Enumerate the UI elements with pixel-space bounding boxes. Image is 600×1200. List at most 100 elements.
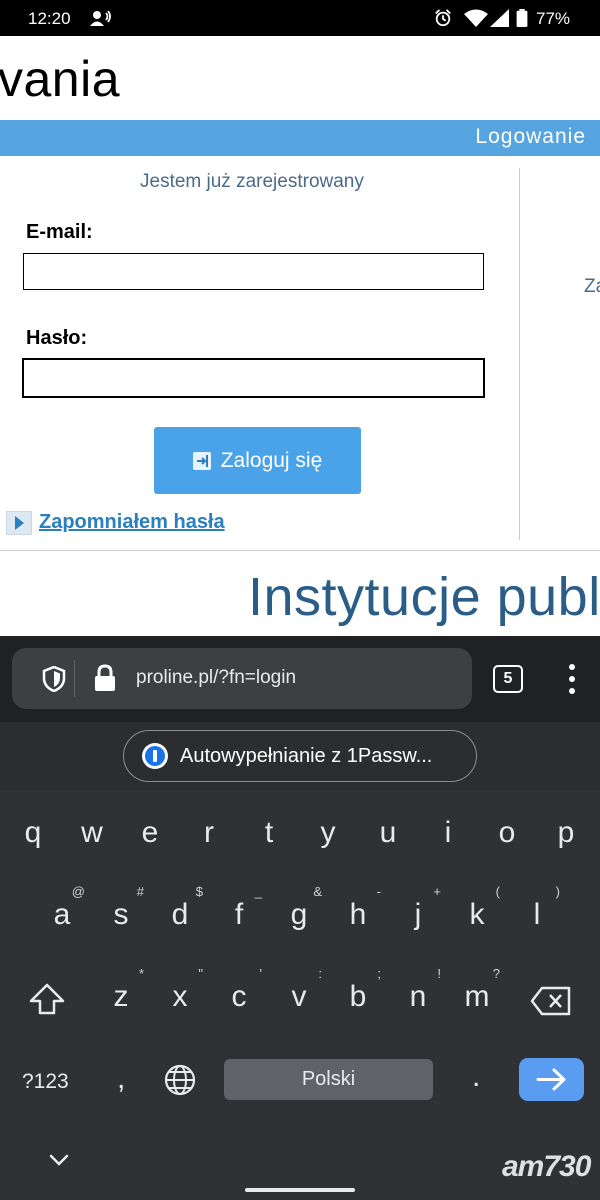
signal-icon [490, 9, 509, 27]
symbols-key[interactable]: ?123 [22, 1070, 69, 1094]
section-heading: Jestem już zarejestrowany [140, 171, 364, 192]
status-bar: 12:20 77% [0, 0, 600, 36]
key-label: h [349, 898, 367, 931]
key-label: g [290, 898, 308, 931]
key-hint: + [433, 884, 441, 899]
key-f[interactable]: f _ [214, 884, 264, 932]
key-label: j [414, 898, 422, 931]
key-label: d [171, 898, 189, 931]
key-y[interactable]: y [303, 816, 353, 850]
enter-key[interactable] [519, 1058, 584, 1101]
key-hint: " [198, 966, 203, 981]
key-w[interactable]: w [67, 816, 117, 850]
overflow-menu-icon[interactable] [562, 664, 582, 694]
key-s[interactable]: s # [96, 884, 146, 932]
key-hint: - [376, 884, 381, 899]
alarm-icon [435, 9, 451, 27]
key-h[interactable]: h- [333, 884, 383, 932]
space-key[interactable]: Polski [224, 1059, 433, 1100]
key-l[interactable]: l) [512, 884, 562, 932]
home-gesture-pill[interactable] [245, 1188, 355, 1192]
key-label: l [533, 898, 541, 931]
column-divider [519, 168, 520, 540]
key-m[interactable]: m? [452, 966, 502, 1014]
webpage-content: vania Logowanie Jestem już zarejestrowan… [0, 36, 600, 636]
battery-percent: 77% [536, 9, 571, 28]
lock-icon[interactable] [94, 664, 116, 692]
period-key[interactable]: . [472, 1060, 480, 1094]
address-bar[interactable]: proline.pl/?fn=login [12, 648, 472, 709]
key-label: v [291, 980, 307, 1013]
key-label: z [113, 980, 129, 1013]
key-label: s [113, 898, 129, 931]
key-d[interactable]: d $ [155, 884, 205, 932]
wifi-icon [464, 9, 488, 27]
key-j[interactable]: j + [393, 884, 443, 932]
section-divider [0, 550, 600, 551]
assistant-voice-icon [90, 10, 111, 26]
key-hint: ' [259, 966, 262, 981]
comma-key[interactable]: , [117, 1062, 125, 1096]
key-p[interactable]: p [541, 816, 591, 850]
login-button[interactable]: Zaloguj się [154, 427, 361, 494]
tab-switcher-button[interactable]: 5 [493, 665, 523, 693]
banner-title: Instytucje public [248, 567, 600, 627]
key-a[interactable]: a @ [37, 884, 87, 932]
key-e[interactable]: e [125, 816, 175, 850]
right-column-heading: Za [584, 276, 600, 297]
status-time: 12:20 [28, 9, 71, 28]
key-q[interactable]: q [8, 816, 58, 850]
password-label: Hasło: [26, 327, 88, 349]
band-label: Logowanie [475, 125, 586, 148]
key-b[interactable]: b; [333, 966, 383, 1014]
key-c[interactable]: c ' [214, 966, 264, 1014]
globe-key-icon[interactable] [163, 1063, 197, 1097]
email-field[interactable] [23, 253, 484, 290]
key-i[interactable]: i [423, 816, 473, 850]
key-hint: # [136, 884, 144, 899]
battery-icon [516, 9, 528, 27]
autofill-1password-chip[interactable]: Autowypełnianie z 1Passw... [123, 730, 477, 782]
key-hint: ? [492, 966, 500, 981]
key-hint: & [313, 884, 322, 899]
page-heading: vania [0, 51, 121, 107]
key-label: k [469, 898, 485, 931]
autofill-label: Autowypełnianie z 1Passw... [180, 744, 433, 767]
login-button-label: Zaloguj się [220, 448, 323, 472]
shift-key-icon[interactable] [28, 982, 66, 1016]
key-label: a [53, 898, 71, 931]
key-hint: ( [495, 884, 500, 899]
keyboard-suggestion-strip: Autowypełnianie z 1Passw... [0, 722, 600, 790]
address-separator [74, 660, 75, 697]
key-hint: ; [377, 966, 381, 981]
key-label: m [464, 980, 490, 1013]
key-hint: $ [195, 884, 203, 899]
onepassword-icon [142, 743, 168, 769]
key-n[interactable]: n! [393, 966, 443, 1014]
backspace-key-icon[interactable] [530, 986, 572, 1016]
key-t[interactable]: t [244, 816, 294, 850]
key-r[interactable]: r [184, 816, 234, 850]
key-hint: ) [555, 884, 560, 899]
key-hint: @ [71, 884, 85, 899]
browser-toolbar: proline.pl/?fn=login 5 [0, 636, 600, 722]
key-z[interactable]: z * [96, 966, 146, 1014]
key-o[interactable]: o [482, 816, 532, 850]
email-label: E-mail: [26, 221, 93, 243]
key-v[interactable]: v: [274, 966, 324, 1014]
forgot-password-link[interactable]: Zapomniałem hasła [39, 511, 225, 534]
key-u[interactable]: u [363, 816, 413, 850]
key-label: x [172, 980, 188, 1013]
hide-keyboard-chevron-icon[interactable] [48, 1152, 70, 1168]
login-band: Logowanie [0, 120, 600, 156]
password-field[interactable] [22, 358, 485, 398]
key-x[interactable]: x " [155, 966, 205, 1014]
key-k[interactable]: k( [452, 884, 502, 932]
shield-icon[interactable] [42, 666, 66, 692]
login-icon [192, 451, 211, 470]
on-screen-keyboard: q w e r t y u i o p a @ s # d $ f _ g & h- j +… [0, 790, 600, 1200]
key-g[interactable]: g & [274, 884, 324, 932]
key-hint: ! [437, 966, 441, 981]
play-arrow-icon [6, 511, 32, 535]
url-text[interactable]: proline.pl/?fn=login [136, 667, 296, 689]
